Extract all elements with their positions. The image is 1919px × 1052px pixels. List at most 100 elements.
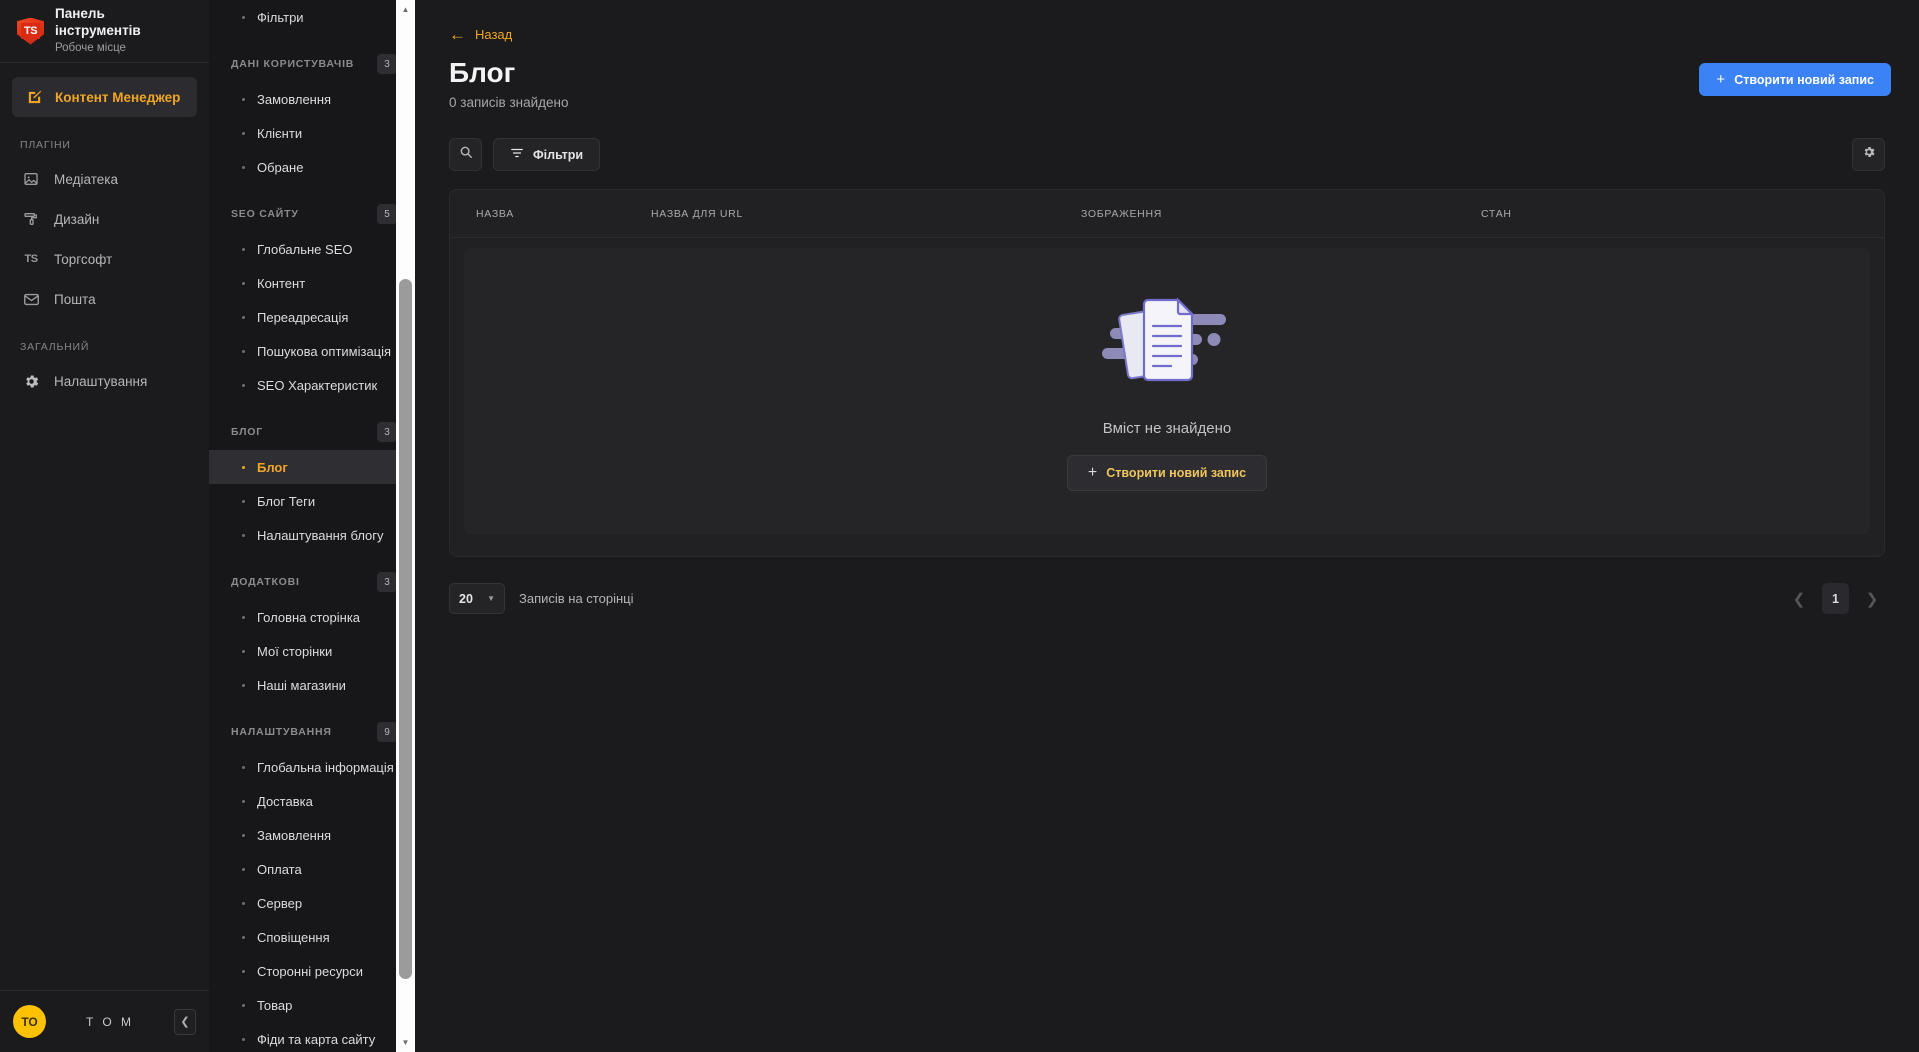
- secondary-nav-item-label: Клієнти: [257, 125, 303, 141]
- secondary-nav-item[interactable]: Оплата: [209, 852, 415, 886]
- bullet-icon: [242, 165, 245, 169]
- sidebar-item-torgsoft[interactable]: TS Торгсофт: [0, 239, 209, 279]
- primary-sidebar: TS Панель інструментів Робоче місце Конт…: [0, 0, 209, 1052]
- secondary-nav-item[interactable]: Наші магазини: [209, 668, 415, 702]
- bullet-icon: [242, 935, 245, 939]
- secondary-nav-item-label: Фіди та карта сайту: [257, 1031, 376, 1047]
- bullet-icon: [242, 281, 245, 285]
- scroll-up-arrow-icon[interactable]: ▲: [396, 0, 415, 19]
- secondary-nav-group-header[interactable]: НАЛАШТУВАННЯ 9: [209, 714, 415, 750]
- next-page-button[interactable]: ❯: [1859, 586, 1885, 612]
- secondary-nav-group-title: ДАНІ КОРИСТУВАЧІВ: [231, 58, 355, 70]
- secondary-nav-item[interactable]: Клієнти: [209, 116, 415, 150]
- sidebar-item-mail[interactable]: Пошта: [0, 279, 209, 319]
- primary-nav-list: Контент Менеджер ПЛАГІНИ Медіатека Дизай…: [0, 63, 209, 990]
- secondary-nav-item[interactable]: Переадресація: [209, 300, 415, 334]
- column-header-url[interactable]: НАЗВА ДЛЯ URL: [651, 208, 1081, 220]
- page-title: Блог: [449, 57, 516, 88]
- column-header-name[interactable]: НАЗВА: [476, 208, 651, 220]
- secondary-nav-item[interactable]: Блог Теги: [209, 484, 415, 518]
- prev-page-button[interactable]: ❮: [1786, 586, 1812, 612]
- brand-header[interactable]: TS Панель інструментів Робоче місце: [0, 0, 209, 63]
- secondary-nav-item[interactable]: Замовлення: [209, 818, 415, 852]
- sidebar-item-media-library[interactable]: Медіатека: [0, 159, 209, 199]
- table-header-row: НАЗВА НАЗВА ДЛЯ URL ЗОБРАЖЕННЯ СТАН: [450, 190, 1884, 239]
- column-header-image[interactable]: ЗОБРАЖЕННЯ: [1081, 208, 1481, 220]
- secondary-nav-item[interactable]: Налаштування блогу: [209, 518, 415, 552]
- secondary-nav-item[interactable]: Сторонні ресурси: [209, 954, 415, 988]
- secondary-nav-item[interactable]: Головна сторінка: [209, 600, 415, 634]
- chevron-left-icon[interactable]: ❮: [174, 1008, 196, 1035]
- secondary-nav-item[interactable]: Сповіщення: [209, 920, 415, 954]
- secondary-nav-group-title: БЛОГ: [231, 426, 263, 438]
- secondary-nav-item[interactable]: SEO Характеристик: [209, 368, 415, 402]
- back-link[interactable]: ← Назад: [449, 26, 512, 43]
- bullet-icon: [242, 615, 245, 619]
- secondary-nav-item[interactable]: Доставка: [209, 784, 415, 818]
- content-table: НАЗВА НАЗВА ДЛЯ URL ЗОБРАЖЕННЯ СТАН Вміс…: [449, 189, 1885, 558]
- secondary-nav-group-header[interactable]: SEO САЙТУ 5: [209, 196, 415, 232]
- sidebar-section-general-title: ЗАГАЛЬНИЙ: [20, 341, 90, 353]
- bullet-icon: [242, 465, 245, 469]
- secondary-nav-item-label: Замовлення: [257, 91, 332, 107]
- secondary-nav-group-header[interactable]: ДАНІ КОРИСТУВАЧІВ 3: [209, 46, 415, 82]
- brand-title: Панель інструментів: [55, 6, 141, 39]
- bullet-icon: [242, 765, 245, 769]
- bullet-icon: [242, 833, 245, 837]
- secondary-nav-item-label: Оплата: [257, 861, 302, 877]
- secondary-nav-item[interactable]: Глобальне SEO: [209, 232, 415, 266]
- empty-state-create-button[interactable]: + Створити новий запис: [1066, 454, 1268, 491]
- secondary-nav-item-label: Глобальна інформація: [257, 759, 394, 775]
- secondary-nav-item[interactable]: Обране: [209, 150, 415, 184]
- sidebar-item-content-manager[interactable]: Контент Менеджер: [12, 77, 197, 117]
- sidebar-item-label: Медіатека: [54, 171, 118, 187]
- filters-button[interactable]: Фільтри: [493, 138, 601, 172]
- scrollbar-track[interactable]: [396, 19, 415, 1033]
- bullet-icon: [242, 969, 245, 973]
- secondary-nav-item-label: Налаштування блогу: [257, 527, 384, 543]
- empty-state-message: Вміст не знайдено: [1102, 419, 1232, 437]
- table-settings-button[interactable]: [1852, 138, 1885, 172]
- secondary-nav-item-label: Контент: [257, 275, 306, 291]
- secondary-nav-group-header[interactable]: ДОДАТКОВІ 3: [209, 564, 415, 600]
- secondary-nav-panel: Фільтри ДАНІ КОРИСТУВАЧІВ 3 Замовлення Клієн…: [209, 0, 415, 1052]
- secondary-nav-item[interactable]: Фіди та карта сайту: [209, 1022, 415, 1052]
- secondary-nav-item[interactable]: Замовлення: [209, 82, 415, 116]
- secondary-nav-item[interactable]: Контент: [209, 266, 415, 300]
- image-icon: [22, 170, 40, 188]
- secondary-nav-scrollbar[interactable]: ▲ ▼: [396, 0, 415, 1052]
- search-button[interactable]: [449, 138, 482, 172]
- secondary-nav-item-filters[interactable]: Фільтри: [209, 0, 415, 34]
- page-number-1[interactable]: 1: [1822, 583, 1849, 615]
- sidebar-item-design[interactable]: Дизайн: [0, 199, 209, 239]
- avatar[interactable]: ТО: [13, 1005, 46, 1038]
- secondary-nav-item[interactable]: Глобальна інформація: [209, 750, 415, 784]
- bullet-icon: [242, 383, 245, 387]
- scroll-down-arrow-icon[interactable]: ▼: [396, 1033, 415, 1052]
- scrollbar-thumb[interactable]: [399, 279, 412, 979]
- sidebar-item-settings[interactable]: Налаштування: [0, 361, 209, 401]
- create-new-post-button[interactable]: + Створити новий запис: [1699, 63, 1891, 96]
- secondary-nav-item[interactable]: Пошукова оптимізація: [209, 334, 415, 368]
- plus-icon: +: [1716, 71, 1726, 88]
- secondary-nav-item[interactable]: Мої сторінки: [209, 634, 415, 668]
- secondary-nav-group-badge: 5: [377, 204, 397, 224]
- secondary-nav-group-badge: 3: [377, 54, 397, 74]
- back-label: Назад: [475, 27, 513, 42]
- bullet-icon: [242, 499, 245, 503]
- chevron-down-icon: ▼: [487, 594, 495, 604]
- bullet-icon: [242, 15, 245, 19]
- bullet-icon: [242, 533, 245, 537]
- secondary-nav-item[interactable]: Товар: [209, 988, 415, 1022]
- page-size-select[interactable]: 20 ▼: [449, 583, 505, 615]
- secondary-nav-item-label: Сторонні ресурси: [257, 963, 364, 979]
- secondary-nav-item-label: Блог: [257, 459, 288, 475]
- secondary-nav-group-badge: 3: [377, 422, 397, 442]
- secondary-nav-item[interactable]: Сервер: [209, 886, 415, 920]
- column-header-state[interactable]: СТАН: [1481, 208, 1858, 220]
- secondary-nav-item-label: SEO Характеристик: [257, 377, 378, 393]
- secondary-nav-group-header[interactable]: БЛОГ 3: [209, 414, 415, 450]
- secondary-nav-item-selected[interactable]: Блог: [209, 450, 415, 484]
- sidebar-item-label: Пошта: [54, 291, 96, 307]
- logo-text: TS: [21, 22, 40, 39]
